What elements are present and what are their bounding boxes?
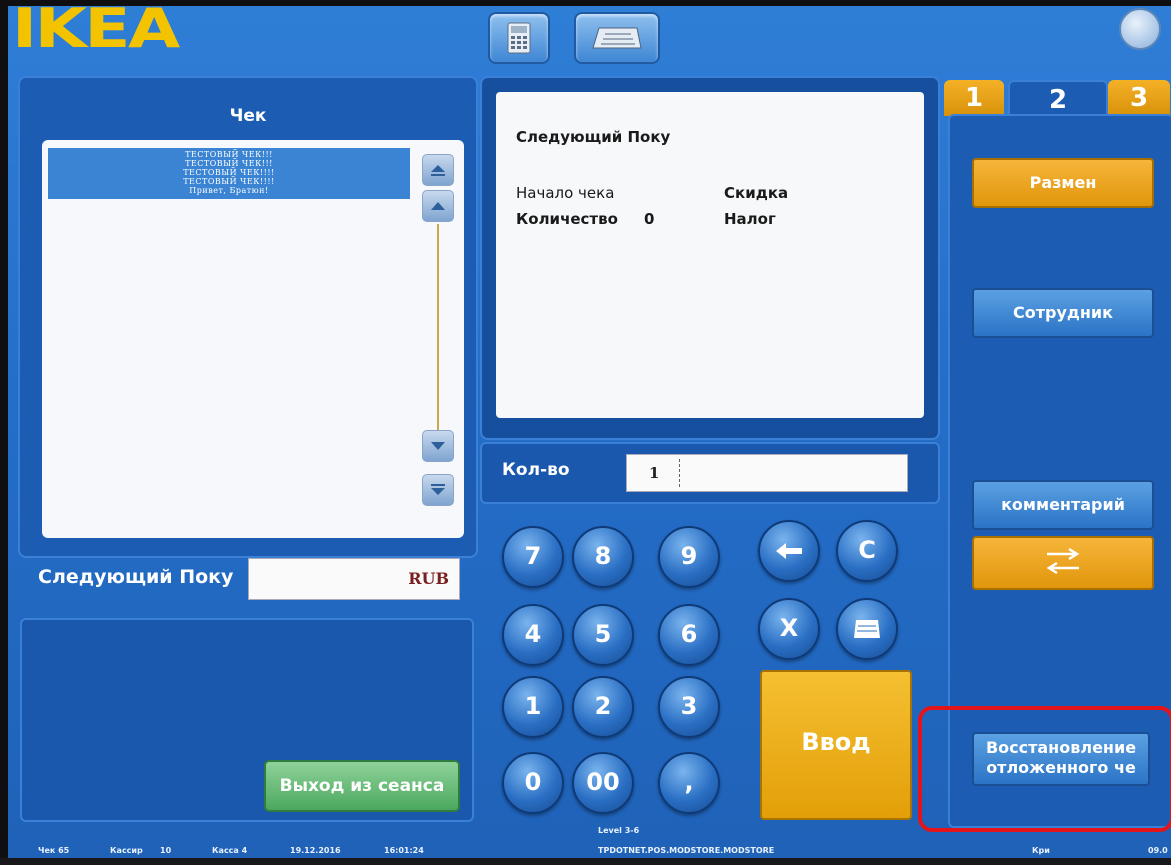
printer-icon[interactable] <box>1119 8 1161 50</box>
status-right-value: 09.0 <box>1148 846 1168 855</box>
backspace-icon <box>776 543 802 559</box>
tab-2[interactable]: 2 <box>1008 80 1108 118</box>
change-button[interactable]: Размен <box>972 158 1154 208</box>
quantity-total-value: 0 <box>644 210 655 228</box>
status-receipt: Чек 65 <box>38 846 70 855</box>
quantity-total-label: Количество <box>516 210 618 228</box>
receipt-line: ТЕСТОВЫЙ ЧЕК!!! <box>185 150 273 159</box>
calculator-button[interactable] <box>488 12 550 64</box>
key-6[interactable]: 6 <box>658 604 720 666</box>
scroll-up-button[interactable] <box>422 190 454 222</box>
receipt-line: ТЕСТОВЫЙ ЧЕК!!!! <box>183 177 275 186</box>
receipt-line: ТЕСТОВЫЙ ЧЕК!!!! <box>183 168 275 177</box>
transfer-button[interactable] <box>972 536 1154 590</box>
status-cashier-label: Кассир <box>110 846 143 855</box>
tab-3[interactable]: 3 <box>1108 80 1170 116</box>
cash-drawer-icon <box>592 27 642 49</box>
monitor-bezel <box>0 858 1171 865</box>
key-5[interactable]: 5 <box>572 604 634 666</box>
scroll-bottom-button[interactable] <box>422 474 454 506</box>
input-caret <box>679 459 680 487</box>
scroll-top-button[interactable] <box>422 154 454 186</box>
backspace-button[interactable] <box>758 520 820 582</box>
status-register: Касса 4 <box>212 846 248 855</box>
receipt-title: Чек <box>229 106 267 126</box>
ikea-logo: IKEA <box>12 6 180 52</box>
status-kpu: Кри <box>1032 846 1050 855</box>
scroll-top-icon <box>431 165 445 176</box>
comment-button[interactable]: комментарий <box>972 480 1154 530</box>
scrollbar-track[interactable] <box>437 224 439 446</box>
customer-display-frame: Следующий Поку Начало чека Скидка Количе… <box>480 76 940 440</box>
receipt-line: Привет, Братюн! <box>189 186 269 195</box>
key-clear[interactable]: C <box>836 520 898 582</box>
scroll-bottom-icon <box>431 484 445 495</box>
receipt-list[interactable]: ТЕСТОВЫЙ ЧЕК!!! ТЕСТОВЫЙ ЧЕК!!! ТЕСТОВЫЙ… <box>42 140 464 538</box>
scroll-down-icon <box>431 442 445 450</box>
employee-button[interactable]: Сотрудник <box>972 288 1154 338</box>
key-3[interactable]: 3 <box>658 676 720 738</box>
receipt-panel: Чек ТЕСТОВЫЙ ЧЕК!!! ТЕСТОВЫЙ ЧЕК!!! ТЕСТ… <box>18 76 478 558</box>
scroll-down-button[interactable] <box>422 430 454 462</box>
status-date: 19.12.2016 <box>290 846 341 855</box>
calculator-icon <box>507 22 531 54</box>
key-comma[interactable]: , <box>658 752 720 814</box>
currency-field: RUB <box>248 558 460 600</box>
tax-label: Налог <box>724 210 776 228</box>
status-time: 16:01:24 <box>384 846 424 855</box>
receipt-lines: ТЕСТОВЫЙ ЧЕК!!! ТЕСТОВЫЙ ЧЕК!!! ТЕСТОВЫЙ… <box>48 148 410 199</box>
next-customer-label: Следующий Поку <box>38 566 234 588</box>
receipt-line: ТЕСТОВЫЙ ЧЕК!!! <box>185 159 273 168</box>
logout-button[interactable]: Выход из сеанса <box>264 760 460 812</box>
key-0[interactable]: 0 <box>502 752 564 814</box>
key-8[interactable]: 8 <box>572 526 634 588</box>
quantity-value: 1 <box>649 464 660 482</box>
key-4[interactable]: 4 <box>502 604 564 666</box>
enter-button[interactable]: Ввод <box>760 670 912 820</box>
status-level: Level 3-6 <box>598 826 640 835</box>
drawer-icon <box>854 620 880 638</box>
key-9[interactable]: 9 <box>658 526 720 588</box>
cash-drawer-button[interactable] <box>574 12 660 64</box>
quantity-label: Кол-во <box>502 460 570 480</box>
key-00[interactable]: 00 <box>572 752 634 814</box>
key-2[interactable]: 2 <box>572 676 634 738</box>
currency-value: RUB <box>408 569 449 588</box>
pos-screen: IKEA Чек ТЕСТОВЫЙ ЧЕК!!! ТЕСТОВЫЙ ЧЕК!!!… <box>8 6 1171 858</box>
quantity-input[interactable]: 1 <box>626 454 908 492</box>
key-1[interactable]: 1 <box>502 676 564 738</box>
status-host: TPDOTNET.POS.MODSTORE.MODSTORE <box>598 846 775 855</box>
status-cashier-value: 10 <box>160 846 172 855</box>
enter-label: Ввод <box>801 728 871 756</box>
cash-drawer-key[interactable] <box>836 598 898 660</box>
key-7[interactable]: 7 <box>502 526 564 588</box>
quantity-bar: Кол-во 1 <box>480 442 940 504</box>
tab-1[interactable]: 1 <box>944 80 1004 116</box>
key-multiply[interactable]: X <box>758 598 820 660</box>
highlight-annotation <box>918 706 1171 832</box>
discount-label: Скидка <box>724 184 789 202</box>
customer-display: Следующий Поку Начало чека Скидка Количе… <box>496 92 924 418</box>
display-title: Следующий Поку <box>516 128 671 146</box>
receipt-start-label: Начало чека <box>516 184 615 202</box>
swap-arrows-icon <box>1046 547 1080 575</box>
scroll-up-icon <box>431 202 445 210</box>
